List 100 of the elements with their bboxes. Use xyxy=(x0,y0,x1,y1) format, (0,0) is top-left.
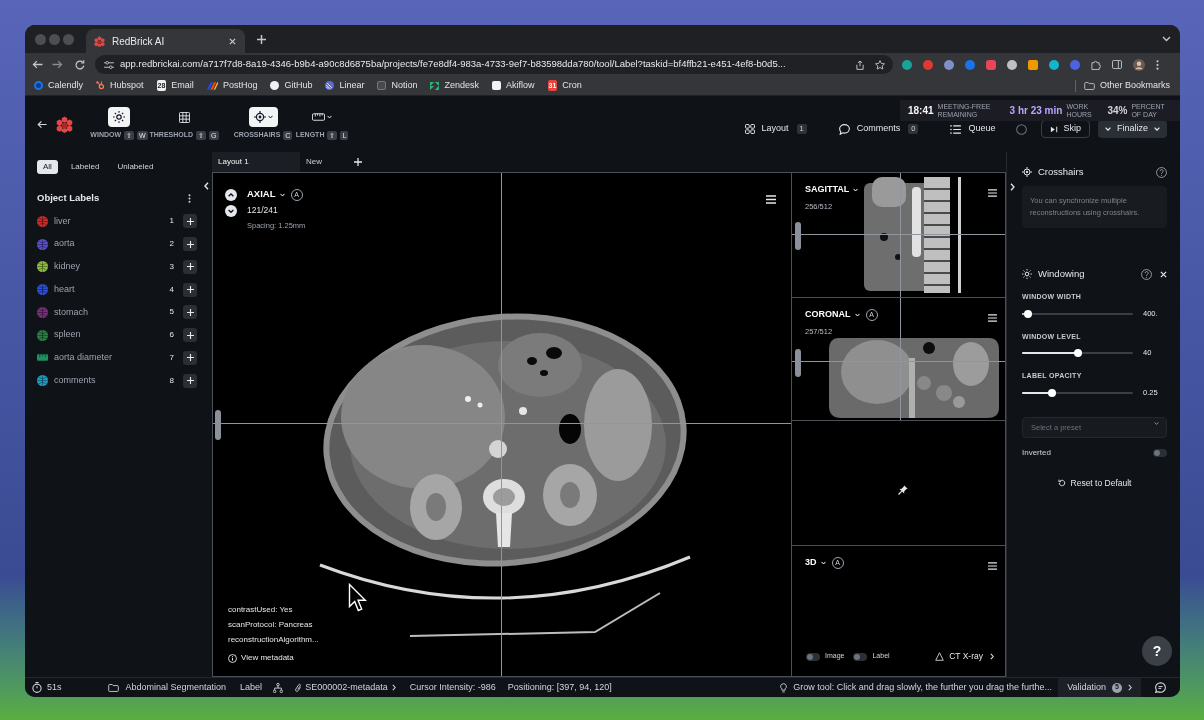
label-name[interactable]: aorta diameter xyxy=(54,351,113,365)
bookmark-link[interactable]: Notion xyxy=(377,78,418,93)
chevron-down-icon[interactable] xyxy=(225,204,237,217)
add-tab-icon[interactable] xyxy=(354,158,362,166)
circle-icon[interactable] xyxy=(1016,123,1028,135)
cursor-intensity: Cursor Intensity: -986 xyxy=(409,680,496,694)
extension-icon[interactable] xyxy=(986,59,996,70)
plane-dropdown[interactable]: SAGITTAL xyxy=(805,183,859,197)
reset-button[interactable]: Reset to Default xyxy=(1057,476,1132,490)
chevron-up-icon[interactable] xyxy=(225,188,237,201)
browser-tab[interactable]: RedBrick AI xyxy=(86,29,245,53)
help-icon[interactable] xyxy=(1156,166,1167,178)
plane-dropdown[interactable]: AXIAL xyxy=(247,187,285,202)
crosshair-icon[interactable] xyxy=(253,111,266,124)
new-tab-icon[interactable] xyxy=(257,34,266,44)
cube-cluster-icon[interactable] xyxy=(56,115,73,133)
help-button[interactable]: ? xyxy=(1142,636,1172,666)
sidebar-icon[interactable] xyxy=(1112,60,1122,69)
bookmark-link[interactable]: Linear xyxy=(325,78,365,93)
more-icon[interactable] xyxy=(188,193,191,203)
slider-thumb[interactable] xyxy=(1047,388,1056,397)
label-name[interactable]: kidney xyxy=(54,260,80,274)
bookmark-link[interactable]: Other Bookmarks xyxy=(1083,78,1170,93)
chevron-left-icon[interactable] xyxy=(204,182,209,190)
help-icon[interactable] xyxy=(1141,268,1152,280)
extension-icon[interactable] xyxy=(923,59,933,70)
layout-tab[interactable]: Layout 1 xyxy=(212,152,300,172)
view-metadata-link[interactable]: View metadata xyxy=(228,652,319,664)
add-button[interactable] xyxy=(183,350,197,365)
plane-dropdown[interactable]: CORONAL xyxy=(805,308,860,322)
slider-track[interactable] xyxy=(1022,388,1133,397)
slider-thumb[interactable] xyxy=(1024,309,1033,318)
filter-tab[interactable]: Labeled xyxy=(65,160,105,174)
bookmark-link[interactable]: GitHub xyxy=(270,78,313,93)
extension-icon[interactable] xyxy=(1049,59,1059,70)
toggle-switch[interactable] xyxy=(806,652,820,661)
hierarchy-icon[interactable] xyxy=(273,682,284,693)
modality-button[interactable]: CT X-ray xyxy=(935,650,994,663)
reload-icon[interactable] xyxy=(75,59,85,70)
menu-icon[interactable] xyxy=(988,562,997,570)
bookmark-link[interactable]: Zendesk xyxy=(430,78,479,93)
close-icon[interactable] xyxy=(1160,270,1167,278)
bookmark-link[interactable]: Hubspot xyxy=(96,78,144,93)
slider-thumb[interactable] xyxy=(1073,349,1082,357)
caret-icon[interactable] xyxy=(1154,421,1159,425)
menu-icon[interactable] xyxy=(766,195,776,204)
chevron-right-icon[interactable] xyxy=(1010,183,1015,191)
label-name[interactable]: comments xyxy=(54,373,96,388)
label-name[interactable]: spleen xyxy=(54,328,81,342)
add-button[interactable] xyxy=(183,237,197,252)
grid-icon[interactable] xyxy=(178,111,190,123)
pin-icon[interactable] xyxy=(898,485,908,495)
add-button[interactable] xyxy=(183,259,197,274)
slice-scroll-handle[interactable] xyxy=(795,222,801,250)
extension-icon[interactable] xyxy=(902,59,912,70)
add-button[interactable] xyxy=(183,373,197,388)
slider-track[interactable] xyxy=(1022,349,1133,357)
chat-icon[interactable] xyxy=(1155,682,1166,693)
extension-icon[interactable] xyxy=(1007,59,1017,70)
star-icon[interactable] xyxy=(875,59,885,70)
filter-tab[interactable]: All xyxy=(37,160,58,174)
more-icon[interactable] xyxy=(1156,59,1159,70)
layout-tab[interactable]: New xyxy=(300,152,345,172)
add-button[interactable] xyxy=(183,214,197,229)
queue-button[interactable]: Queue xyxy=(950,122,996,136)
back-icon[interactable] xyxy=(37,119,47,129)
address-bar[interactable]: app.redbrickai.com/a717f7d8-8a19-4346-b9b4-a90c8d6875ba/projects/fe7e8df4-983a-4733-9ef7-b83598dda780/tool/Label?taskid=bf4ffb21-e451-4ef8-b0d5... xyxy=(95,55,893,74)
extension-icon[interactable] xyxy=(944,59,954,70)
caret-icon[interactable] xyxy=(267,115,273,120)
add-button[interactable] xyxy=(183,282,197,297)
add-button[interactable] xyxy=(183,328,197,343)
avatar-icon[interactable] xyxy=(1133,58,1145,71)
site-settings-icon[interactable] xyxy=(104,60,114,69)
series-button[interactable]: SE000002-metadata xyxy=(305,680,396,695)
add-button[interactable] xyxy=(183,305,197,320)
label-name[interactable]: liver xyxy=(54,214,71,229)
toggle-switch[interactable] xyxy=(853,652,868,661)
back-icon[interactable] xyxy=(32,60,43,69)
ruler-icon[interactable] xyxy=(312,113,325,122)
filter-tab[interactable]: Unlabeled xyxy=(112,160,159,174)
label-name[interactable]: stomach xyxy=(54,305,88,320)
label-name[interactable]: heart xyxy=(54,282,75,297)
bookmark-link[interactable]: PostHog xyxy=(206,78,258,93)
menu-icon[interactable] xyxy=(988,189,997,197)
chevron-down-icon[interactable] xyxy=(1162,36,1171,42)
share-icon[interactable] xyxy=(856,59,864,70)
label-name[interactable]: aorta xyxy=(54,237,75,251)
puzzle-icon[interactable] xyxy=(1091,59,1101,70)
plane-dropdown[interactable]: 3D xyxy=(805,556,826,570)
bookmark-link[interactable]: Akiflow xyxy=(492,78,535,93)
extension-icon[interactable] xyxy=(1028,59,1038,70)
slider-track[interactable] xyxy=(1022,309,1133,318)
sun-icon[interactable] xyxy=(113,111,125,124)
forward-icon[interactable] xyxy=(52,60,63,69)
toggle-switch[interactable] xyxy=(1153,448,1167,457)
slice-scroll-handle[interactable] xyxy=(215,410,221,440)
menu-icon[interactable] xyxy=(988,314,997,322)
bookmark-link[interactable]: Calendly xyxy=(34,78,84,93)
close-icon[interactable] xyxy=(229,37,236,45)
slice-scroll-handle[interactable] xyxy=(795,349,801,377)
